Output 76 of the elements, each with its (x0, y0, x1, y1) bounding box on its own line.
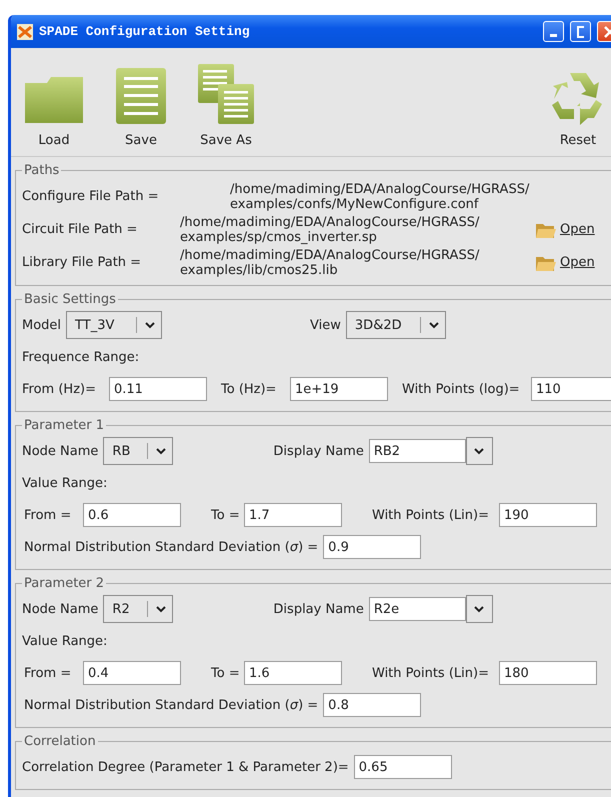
field-label: To (Hz)= (221, 382, 278, 396)
path-value: examples/confs/MyNewConfigure.conf (230, 196, 480, 212)
chevron-icon (145, 322, 156, 328)
points-field[interactable]: 110 (531, 377, 611, 401)
field-label: With Points (log)= (402, 382, 521, 396)
display-name-field[interactable]: R2e (368, 597, 466, 621)
section-title: Basic Settings (23, 292, 117, 307)
section-title: Paths (23, 163, 60, 178)
documents-icon (197, 63, 255, 125)
section-title: Parameter 2 (23, 576, 106, 591)
field-label: To = (211, 508, 239, 522)
display-name-field[interactable]: RB2 (368, 439, 466, 463)
chevron-icon (474, 606, 484, 612)
field-label: Display Name (273, 602, 364, 616)
points-field[interactable]: 190 (499, 503, 597, 527)
chevron-icon (428, 322, 439, 328)
path-value: examples/lib/cmos25.lib (180, 262, 339, 278)
folder-icon (23, 75, 85, 125)
node-dropdown[interactable]: R2 (103, 595, 174, 623)
open-link[interactable]: Open (535, 254, 611, 272)
section-title: Correlation (23, 734, 97, 749)
node-dropdown[interactable]: RB (103, 437, 174, 465)
correlation-field[interactable]: 0.65 (354, 755, 452, 779)
path-value: /home/madiming/EDA/AnalogCourse/HGRASS/ (230, 182, 530, 196)
model-dropdown[interactable]: TT_3V (66, 311, 162, 339)
path-value: examples/sp/cmos_inverter.sp (180, 230, 378, 244)
deviation-field[interactable]: 0.8 (323, 693, 422, 717)
document-icon (115, 67, 167, 125)
close-icon (604, 26, 611, 38)
path-label: Library File Path = (22, 255, 142, 270)
field-label: Normal Distribution Standard Deviation (σ) = (24, 540, 318, 554)
field-label: Normal Distribution Standard Deviation (σ) = (24, 698, 318, 712)
open-link[interactable]: Open (535, 220, 611, 238)
toolbar-button[interactable]: Reset (546, 69, 610, 148)
to-field[interactable]: 1.6 (244, 661, 342, 685)
from-field[interactable]: 0.6 (83, 503, 181, 527)
section-label: Value Range: (22, 634, 108, 648)
toolbar-button[interactable]: Load (19, 75, 89, 148)
points-field[interactable]: 180 (499, 661, 597, 685)
chevron-icon (474, 448, 484, 454)
field-label: View (310, 318, 341, 332)
to-field[interactable]: 1e+19 (290, 377, 388, 401)
chevron-icon (156, 606, 166, 612)
field-label: From (Hz)= (22, 382, 97, 396)
deviation-field[interactable]: 0.9 (323, 535, 422, 559)
field-label: Display Name (273, 444, 364, 458)
from-field[interactable]: 0.4 (83, 661, 181, 685)
field-label: Correlation Degree (Parameter 1 & Parameter 2)= (22, 760, 349, 774)
path-label: Configure File Path = (22, 189, 160, 204)
field-label: Model (22, 318, 62, 332)
window-title: SPADE Configuration Setting (39, 24, 251, 39)
view-dropdown[interactable]: 3D&2D (346, 311, 446, 339)
field-label: Node Name (22, 602, 98, 616)
dropdown-button[interactable] (466, 437, 493, 465)
toolbar-button[interactable]: Save As (193, 63, 259, 148)
to-field[interactable]: 1.7 (244, 503, 342, 527)
field-label: With Points (Lin)= (372, 508, 490, 522)
field-label: From = (24, 666, 72, 680)
app-icon (17, 24, 33, 40)
minimize-button[interactable] (543, 21, 564, 42)
field-label: Node Name (22, 444, 98, 458)
path-value: /home/madiming/EDA/AnalogCourse/HGRASS/ (180, 214, 480, 230)
section-label: Frequence Range: (22, 350, 140, 364)
field-label: From = (24, 508, 72, 522)
dropdown-button[interactable] (466, 595, 493, 623)
chevron-icon (156, 448, 166, 454)
path-label: Circuit File Path = (22, 222, 138, 237)
from-field[interactable]: 0.11 (109, 377, 207, 401)
field-label: To = (211, 666, 239, 680)
path-value: /home/madiming/EDA/AnalogCourse/HGRASS/ (180, 248, 480, 262)
section-label: Value Range: (22, 476, 108, 490)
toolbar-button[interactable]: Save (111, 67, 171, 148)
field-label: With Points (Lin)= (372, 666, 490, 680)
minimize-icon (550, 34, 557, 37)
section-title: Parameter 1 (23, 418, 106, 433)
maximize-button[interactable] (570, 21, 591, 42)
